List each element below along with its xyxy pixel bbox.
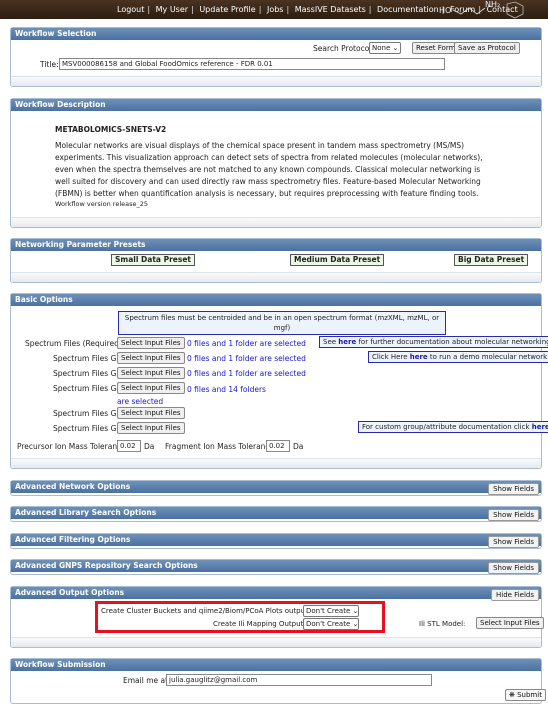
nav-update-profile[interactable]: Update Profile (199, 5, 255, 14)
spectrum-files-g6-label: Spectrum Files G6: (53, 424, 124, 433)
submit-label: Submit (517, 691, 542, 699)
nav-jobs[interactable]: Jobs (267, 5, 284, 14)
ili-stl-label: Ili STL Model: (419, 620, 466, 628)
section-footer (11, 76, 541, 86)
workflow-description-section: Workflow Description METABOLOMICS-SNETS-… (10, 98, 542, 228)
nav-documentation[interactable]: Documentation (377, 5, 439, 14)
medium-data-preset-button[interactable]: Medium Data Preset (290, 254, 385, 266)
demo-pre-text: Click Here (372, 353, 408, 361)
basic-options-header: Basic Options (11, 294, 541, 306)
workflow-name: METABOLOMICS-SNETS-V2 (55, 125, 167, 134)
demo-here-link[interactable]: here (410, 353, 428, 361)
workflow-description-text: Molecular networks are visual displays o… (55, 141, 483, 198)
advanced-network-section: Advanced Network Options Show Fields (10, 480, 542, 496)
workflow-submission-header: Workflow Submission (11, 659, 541, 671)
spectrum-files-g3-label: Spectrum Files G3: (53, 369, 124, 378)
presets-header: Networking Parameter Presets (11, 239, 541, 251)
advanced-output-header: Advanced Output Options (11, 587, 541, 599)
ili-mapping-select[interactable]: Don't Create ⌄ (303, 618, 359, 630)
advanced-library-section: Advanced Library Search Options Show Fie… (10, 506, 542, 522)
section-footer (11, 458, 541, 468)
spectrum-files-g3-select-button[interactable]: Select Input Files (117, 367, 185, 379)
workflow-selection-section: Workflow Selection Search Protocol: None… (10, 27, 542, 87)
molecule-nh2-text: NH₂ (485, 0, 500, 9)
documentation-link-box: See here for further documentation about… (319, 336, 548, 348)
molecule-ho-text: HO (439, 6, 451, 15)
demo-post-text: to run a demo molecular network. (429, 353, 548, 361)
workflow-description-header: Workflow Description (11, 99, 541, 111)
custom-group-here-link[interactable]: here (532, 423, 548, 431)
spectrum-files-g3-status: 0 files and 1 folder are selected (187, 369, 306, 378)
spectrum-files-g5-label: Spectrum Files G5: (53, 409, 124, 418)
spectrum-files-g2-status: 0 files and 1 folder are selected (187, 354, 306, 363)
precursor-tolerance-label: Precursor Ion Mass Tolerance: (17, 442, 129, 451)
centroided-notice: Spectrum files must be centroided and be… (118, 311, 446, 335)
small-data-preset-button[interactable]: Small Data Preset (111, 254, 195, 266)
advanced-network-show-fields-button[interactable]: Show Fields (488, 483, 539, 495)
documentation-here-link[interactable]: here (338, 338, 356, 346)
documentation-pre-text: See (323, 338, 337, 346)
advanced-gnps-header: Advanced GNPS Repository Search Options (11, 560, 541, 572)
advanced-library-header: Advanced Library Search Options (11, 507, 541, 519)
advanced-output-section: Advanced Output Options Hide Fields Crea… (10, 586, 544, 648)
nav-massive-datasets[interactable]: MassIVE Datasets (295, 5, 366, 14)
title-label: Title: (40, 60, 59, 69)
custom-group-link-box: For custom group/attribute documentation… (358, 421, 548, 433)
spectrum-files-required-label: Spectrum Files (Required): (25, 339, 125, 348)
nav-my-user[interactable]: My User (156, 5, 188, 14)
advanced-network-header: Advanced Network Options (11, 481, 541, 493)
spinner-icon: ❋ (509, 691, 515, 699)
email-label: Email me at (123, 676, 169, 685)
section-footer (11, 217, 541, 227)
workflow-submission-section: Workflow Submission Email me at julia.ga… (10, 658, 546, 704)
spectrum-files-required-select-button[interactable]: Select Input Files (117, 337, 185, 349)
spectrum-files-g5-select-button[interactable]: Select Input Files (117, 407, 185, 419)
ili-mapping-label: Create Ili Mapping Output: (213, 620, 306, 628)
precursor-unit: Da (144, 442, 155, 451)
advanced-filtering-header: Advanced Filtering Options (11, 534, 541, 546)
basic-options-section: Basic Options Spectrum files must be cen… (10, 293, 548, 469)
custom-group-pre-text: For custom group/attribute documentation… (362, 423, 530, 431)
spectrum-files-g2-label: Spectrum Files G2: (53, 354, 124, 363)
email-input[interactable]: julia.gauglitz@gmail.com (166, 674, 432, 686)
advanced-gnps-show-fields-button[interactable]: Show Fields (488, 562, 539, 574)
advanced-output-hide-fields-button[interactable]: Hide Fields (491, 589, 539, 601)
cluster-buckets-label: Create Cluster Buckets and qiime2/Biom/P… (101, 607, 311, 615)
top-nav: Logout | My User | Update Profile | Jobs | M… (0, 0, 548, 19)
fragment-tolerance-input[interactable]: 0.02 (266, 440, 290, 452)
nav-logout[interactable]: Logout (117, 5, 144, 14)
spectrum-files-g4-label: Spectrum Files G4: (53, 384, 124, 393)
search-protocol-select[interactable]: None ⌄ (369, 42, 401, 54)
presets-section: Networking Parameter Presets Small Data … (10, 238, 542, 283)
advanced-gnps-section: Advanced GNPS Repository Search Options … (10, 559, 542, 575)
molecule-logo: HO NH₂ (439, 0, 524, 19)
cluster-buckets-select[interactable]: Don't Create ⌄ (303, 605, 359, 617)
demo-link-box: Click Here here to run a demo molecular … (368, 351, 548, 363)
documentation-post-text: for further documentation about molecula… (358, 338, 548, 346)
advanced-filtering-show-fields-button[interactable]: Show Fields (488, 536, 539, 548)
big-data-preset-button[interactable]: Big Data Preset (454, 254, 529, 266)
reset-form-button[interactable]: Reset Form (412, 42, 460, 54)
spectrum-files-g6-select-button[interactable]: Select Input Files (117, 422, 185, 434)
spectrum-files-required-status: 0 files and 1 folder are selected (187, 339, 306, 348)
workflow-version: Workflow version release_25 (55, 200, 149, 208)
section-footer (11, 272, 541, 282)
title-input[interactable]: MSV000086158 and Global FoodOmics refere… (59, 58, 445, 70)
fragment-tolerance-label: Fragment Ion Mass Tolerance: (165, 442, 277, 451)
precursor-tolerance-input[interactable]: 0.02 (117, 440, 141, 452)
workflow-selection-header: Workflow Selection (11, 28, 541, 40)
spectrum-files-g4-status: 0 files and 14 folders are selected (117, 385, 266, 406)
advanced-filtering-section: Advanced Filtering Options Show Fields (10, 533, 542, 549)
search-protocol-label: Search Protocol: (313, 44, 374, 53)
save-protocol-button[interactable]: Save as Protocol (454, 42, 520, 54)
advanced-library-show-fields-button[interactable]: Show Fields (488, 509, 539, 521)
section-footer (11, 637, 541, 647)
fragment-unit: Da (293, 442, 304, 451)
submit-button[interactable]: ❋ Submit (505, 689, 546, 701)
spectrum-files-g2-select-button[interactable]: Select Input Files (117, 352, 185, 364)
ili-stl-select-button[interactable]: Select Input Files (476, 617, 544, 629)
